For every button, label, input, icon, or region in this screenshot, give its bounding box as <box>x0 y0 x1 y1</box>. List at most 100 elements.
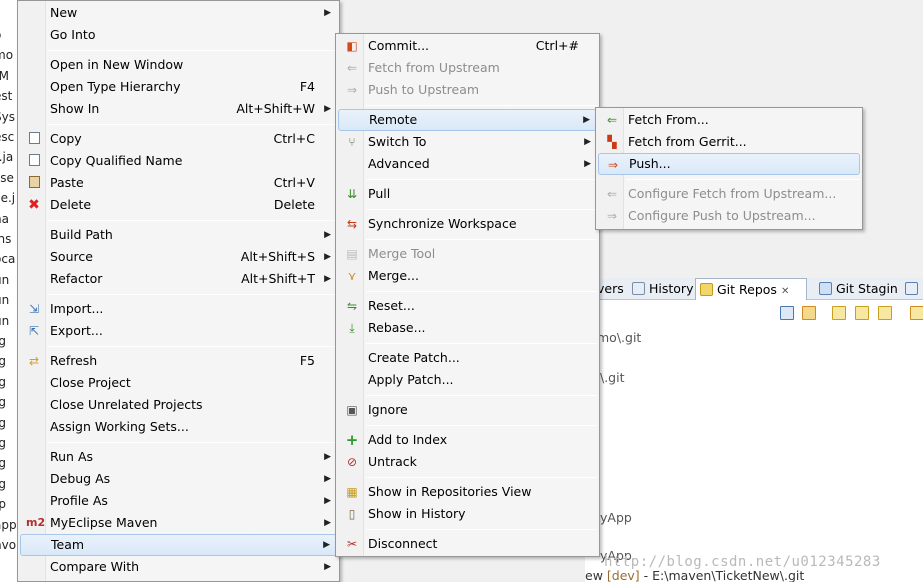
menu-item-advanced[interactable]: Advanced ▶ <box>338 153 597 175</box>
menu-item-rebase[interactable]: ⤓ Rebase... <box>338 317 597 339</box>
menu-item-push-to-upstream[interactable]: ⇒ Push to Upstream <box>338 79 597 101</box>
submenu-arrow-icon: ▶ <box>584 137 591 147</box>
menu-item-build-path[interactable]: Build Path ▶ <box>20 224 337 246</box>
menu-item-export[interactable]: ⇱ Export... <box>20 320 337 342</box>
menu-item-refresh[interactable]: ⇄ Refresh F5 <box>20 350 337 372</box>
menu-item-reset[interactable]: ⇋ Reset... <box>338 295 597 317</box>
menu-item-fetch-from[interactable]: ⇐ Fetch From... <box>598 109 860 131</box>
menu-separator <box>366 477 597 478</box>
explorer-item-fragment[interactable]: app <box>0 518 17 532</box>
explorer-item-fragment[interactable]: -g <box>0 395 6 409</box>
menu-item-ignore[interactable]: ▣ Ignore <box>338 399 597 421</box>
menu-item-import[interactable]: ⇲ Import... <box>20 298 337 320</box>
explorer-item-fragment[interactable]: -g <box>0 477 6 491</box>
explorer-item-fragment[interactable]: un <box>0 273 9 287</box>
explorer-item-fragment[interactable]: oca <box>0 252 15 266</box>
submenu-arrow-icon: ▶ <box>324 518 331 528</box>
git-repositories-view: mo\.git \.git yApp yApp <box>585 300 923 582</box>
explorer-item-fragment[interactable]: t.ja <box>0 150 13 164</box>
menu-item-pull[interactable]: ⇊ Pull <box>338 183 597 205</box>
explorer-item-fragment[interactable]: ha <box>0 212 9 226</box>
explorer-item-fragment[interactable]: -g <box>0 436 6 450</box>
menu-item-disconnect[interactable]: ✂ Disconnect <box>338 533 597 555</box>
explorer-item-fragment[interactable]: mo <box>0 48 13 62</box>
menu-item-remote[interactable]: Remote ▶ <box>338 109 597 131</box>
menu-item-run-as[interactable]: Run As ▶ <box>20 446 337 468</box>
collapse-all-icon[interactable] <box>780 306 794 320</box>
menu-item-merge[interactable]: ⋎ Merge... <box>338 265 597 287</box>
close-icon[interactable]: ✕ <box>781 286 789 297</box>
explorer-item-fragment[interactable]: -p <box>0 497 6 511</box>
m2-icon: m2 <box>26 516 46 529</box>
explorer-item-fragment[interactable]: [M <box>0 69 9 83</box>
menu-item-apply-patch[interactable]: Apply Patch... <box>338 369 597 391</box>
explorer-item-fragment[interactable]: un <box>0 314 9 328</box>
menu-item-open-new-window[interactable]: Open in New Window <box>20 54 337 76</box>
view-tab-bar: vers History Git Repos ✕ Git Stagin <box>585 278 923 301</box>
explorer-item-fragment[interactable]: Ins <box>0 232 11 246</box>
refresh-icon[interactable] <box>910 306 923 320</box>
menu-item-assign-working-sets[interactable]: Assign Working Sets... <box>20 416 337 438</box>
menu-item-create-patch[interactable]: Create Patch... <box>338 347 597 369</box>
menu-item-show-in-repositories-view[interactable]: ▦ Show in Repositories View <box>338 481 597 503</box>
repo-path[interactable]: mo\.git <box>597 330 641 345</box>
menu-item-commit[interactable]: ◧ Commit... Ctrl+# <box>338 35 597 57</box>
explorer-item-fragment[interactable]: o <box>0 28 1 42</box>
menu-item-switch-to[interactable]: ⑂ Switch To ▶ <box>338 131 597 153</box>
tab-git-staging[interactable]: Git Stagin <box>815 278 898 300</box>
menu-item-myeclipse-maven[interactable]: m2 MyEclipse Maven ▶ <box>20 512 337 534</box>
clone-repository-icon[interactable] <box>855 306 869 320</box>
menu-separator <box>366 105 597 106</box>
repo-path-bottom[interactable]: ew [dev] - E:\maven\TicketNew\.git <box>585 568 804 582</box>
explorer-item-fragment[interactable]: -g <box>0 334 6 348</box>
menu-item-configure-push[interactable]: ⇒ Configure Push to Upstream... <box>598 205 860 227</box>
package-explorer-strip: o mo [M est Sys esc t.ja sse ce.j ha Ins oca un un un -… <box>0 0 18 582</box>
menu-item-untrack[interactable]: ⊘ Untrack <box>338 451 597 473</box>
menu-item-show-in[interactable]: Show In Alt+Shift+W ▶ <box>20 98 337 120</box>
add-repository-icon[interactable] <box>832 306 846 320</box>
menu-item-refactor[interactable]: Refactor Alt+Shift+T ▶ <box>20 268 337 290</box>
context-menu: New ▶ Go Into Open in New Window Open Typ… <box>17 0 340 582</box>
menu-item-copy[interactable]: Copy Ctrl+C <box>20 128 337 150</box>
explorer-item-fragment[interactable]: Sys <box>0 110 15 124</box>
menu-item-add-to-index[interactable]: + Add to Index <box>338 429 597 451</box>
tab-git-repos[interactable]: Git Repos ✕ <box>695 278 807 301</box>
explorer-item-fragment[interactable]: sse <box>0 171 14 185</box>
explorer-item-fragment[interactable]: un <box>0 293 9 307</box>
menu-item-show-in-history[interactable]: ▯ Show in History <box>338 503 597 525</box>
menu-item-configure-fetch[interactable]: ⇐ Configure Fetch from Upstream... <box>598 183 860 205</box>
repo-label[interactable]: yApp <box>600 510 632 525</box>
commit-icon: ◧ <box>346 39 358 53</box>
menu-item-merge-tool[interactable]: ▤ Merge Tool <box>338 243 597 265</box>
menu-item-fetch-from-gerrit[interactable]: ▚ Fetch from Gerrit... <box>598 131 860 153</box>
menu-item-close-unrelated-projects[interactable]: Close Unrelated Projects <box>20 394 337 416</box>
create-repository-icon[interactable] <box>878 306 892 320</box>
tab-overflow[interactable] <box>901 278 922 300</box>
menu-item-delete[interactable]: ✖ Delete Delete <box>20 194 337 216</box>
explorer-item-fragment[interactable]: esc <box>0 130 14 144</box>
menu-item-copy-qualified-name[interactable]: Copy Qualified Name <box>20 150 337 172</box>
menu-item-new[interactable]: New ▶ <box>20 2 337 24</box>
menu-item-compare-with[interactable]: Compare With ▶ <box>20 556 337 578</box>
explorer-item-fragment[interactable]: -g <box>0 416 6 430</box>
menu-item-fetch-from-upstream[interactable]: ⇐ Fetch from Upstream <box>338 57 597 79</box>
explorer-item-fragment[interactable]: -g <box>0 456 6 470</box>
link-with-selection-icon[interactable] <box>802 306 816 320</box>
repo-path[interactable]: \.git <box>600 370 625 385</box>
menu-item-synchronize-workspace[interactable]: ⇆ Synchronize Workspace <box>338 213 597 235</box>
explorer-item-fragment[interactable]: -g <box>0 375 6 389</box>
menu-item-profile-as[interactable]: Profile As ▶ <box>20 490 337 512</box>
menu-item-paste[interactable]: Paste Ctrl+V <box>20 172 337 194</box>
tab-history[interactable]: History <box>628 278 693 300</box>
menu-item-close-project[interactable]: Close Project <box>20 372 337 394</box>
explorer-item-fragment[interactable]: -g <box>0 354 6 368</box>
explorer-item-fragment[interactable]: ce.j <box>0 191 15 205</box>
explorer-item-fragment[interactable]: nvo <box>0 538 16 552</box>
menu-item-push[interactable]: ⇒ Push... <box>598 153 860 175</box>
explorer-item-fragment[interactable]: est <box>0 89 12 103</box>
menu-item-debug-as[interactable]: Debug As ▶ <box>20 468 337 490</box>
menu-item-go-into[interactable]: Go Into <box>20 24 337 46</box>
menu-item-team[interactable]: Team ▶ <box>20 534 337 556</box>
menu-item-source[interactable]: Source Alt+Shift+S ▶ <box>20 246 337 268</box>
menu-item-open-type-hierarchy[interactable]: Open Type Hierarchy F4 <box>20 76 337 98</box>
